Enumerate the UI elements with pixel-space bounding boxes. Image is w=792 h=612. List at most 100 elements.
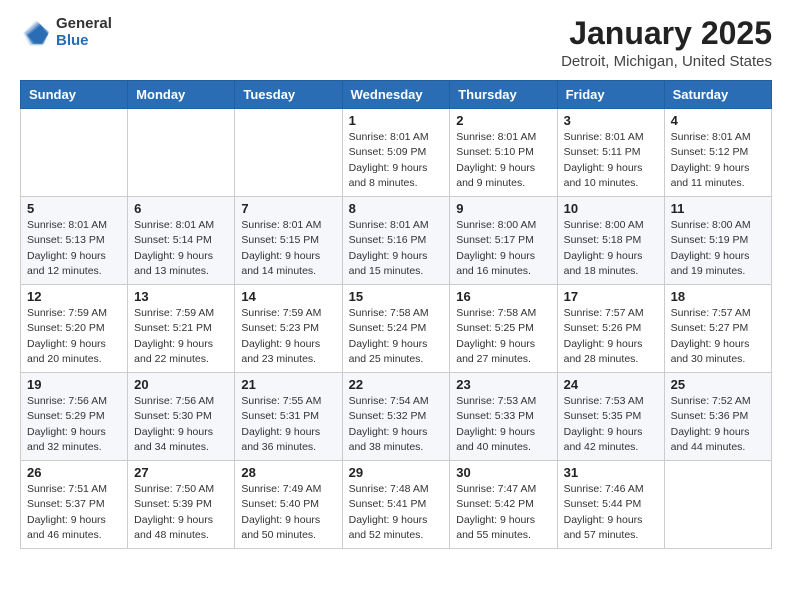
day-info: Sunrise: 7:59 AM Sunset: 5:20 PM Dayligh… xyxy=(27,306,121,367)
week-row-5: 26 Sunrise: 7:51 AM Sunset: 5:37 PM Dayli… xyxy=(21,461,772,549)
day-info: Sunrise: 7:51 AM Sunset: 5:37 PM Dayligh… xyxy=(27,482,121,543)
day-cell: 25 Sunrise: 7:52 AM Sunset: 5:36 PM Dayli… xyxy=(664,373,771,461)
day-cell: 14 Sunrise: 7:59 AM Sunset: 5:23 PM Dayli… xyxy=(235,285,342,373)
day-cell: 18 Sunrise: 7:57 AM Sunset: 5:27 PM Dayli… xyxy=(664,285,771,373)
day-number: 15 xyxy=(349,289,444,304)
week-row-3: 12 Sunrise: 7:59 AM Sunset: 5:20 PM Dayli… xyxy=(21,285,772,373)
day-cell: 22 Sunrise: 7:54 AM Sunset: 5:32 PM Dayli… xyxy=(342,373,450,461)
day-info: Sunrise: 7:56 AM Sunset: 5:29 PM Dayligh… xyxy=(27,394,121,455)
day-cell: 1 Sunrise: 8:01 AM Sunset: 5:09 PM Daylig… xyxy=(342,109,450,197)
day-cell: 16 Sunrise: 7:58 AM Sunset: 5:25 PM Dayli… xyxy=(450,285,557,373)
day-cell: 31 Sunrise: 7:46 AM Sunset: 5:44 PM Dayli… xyxy=(557,461,664,549)
day-cell xyxy=(235,109,342,197)
logo-icon xyxy=(20,17,52,49)
day-cell: 10Sunrise: 8:00 AM Sunset: 5:18 PM Dayli… xyxy=(557,197,664,285)
day-number: 3 xyxy=(564,113,658,128)
col-saturday: Saturday xyxy=(664,81,771,109)
day-number: 13 xyxy=(134,289,228,304)
day-number: 2 xyxy=(456,113,550,128)
day-number: 5 xyxy=(27,201,121,216)
day-cell: 19 Sunrise: 7:56 AM Sunset: 5:29 PM Dayli… xyxy=(21,373,128,461)
day-number: 29 xyxy=(349,465,444,480)
day-number: 6 xyxy=(134,201,228,216)
day-cell: 4 Sunrise: 8:01 AM Sunset: 5:12 PM Daylig… xyxy=(664,109,771,197)
logo: General Blue xyxy=(20,16,112,49)
week-row-2: 5 Sunrise: 8:01 AM Sunset: 5:13 PM Daylig… xyxy=(21,197,772,285)
day-cell: 29Sunrise: 7:48 AM Sunset: 5:41 PM Dayli… xyxy=(342,461,450,549)
day-info: Sunrise: 7:58 AM Sunset: 5:25 PM Dayligh… xyxy=(456,306,550,367)
day-info: Sunrise: 8:01 AM Sunset: 5:13 PM Dayligh… xyxy=(27,218,121,279)
day-number: 26 xyxy=(27,465,121,480)
day-cell: 21Sunrise: 7:55 AM Sunset: 5:31 PM Dayli… xyxy=(235,373,342,461)
week-row-4: 19 Sunrise: 7:56 AM Sunset: 5:29 PM Dayli… xyxy=(21,373,772,461)
col-thursday: Thursday xyxy=(450,81,557,109)
day-number: 19 xyxy=(27,377,121,392)
title-month: January 2025 xyxy=(561,16,772,51)
day-number: 27 xyxy=(134,465,228,480)
day-cell: 2 Sunrise: 8:01 AM Sunset: 5:10 PM Daylig… xyxy=(450,109,557,197)
day-cell xyxy=(664,461,771,549)
col-tuesday: Tuesday xyxy=(235,81,342,109)
day-info: Sunrise: 7:47 AM Sunset: 5:42 PM Dayligh… xyxy=(456,482,550,543)
day-cell: 28 Sunrise: 7:49 AM Sunset: 5:40 PM Dayli… xyxy=(235,461,342,549)
day-number: 25 xyxy=(671,377,765,392)
day-number: 8 xyxy=(349,201,444,216)
day-info: Sunrise: 8:01 AM Sunset: 5:15 PM Dayligh… xyxy=(241,218,335,279)
day-info: Sunrise: 7:53 AM Sunset: 5:33 PM Dayligh… xyxy=(456,394,550,455)
title-block: January 2025 Detroit, Michigan, United S… xyxy=(561,16,772,70)
day-info: Sunrise: 7:56 AM Sunset: 5:30 PM Dayligh… xyxy=(134,394,228,455)
day-number: 16 xyxy=(456,289,550,304)
day-cell: 15 Sunrise: 7:58 AM Sunset: 5:24 PM Dayli… xyxy=(342,285,450,373)
day-number: 30 xyxy=(456,465,550,480)
day-cell: 26 Sunrise: 7:51 AM Sunset: 5:37 PM Dayli… xyxy=(21,461,128,549)
day-number: 28 xyxy=(241,465,335,480)
day-info: Sunrise: 8:01 AM Sunset: 5:14 PM Dayligh… xyxy=(134,218,228,279)
day-cell: 5 Sunrise: 8:01 AM Sunset: 5:13 PM Daylig… xyxy=(21,197,128,285)
day-number: 23 xyxy=(456,377,550,392)
calendar-table: Sunday Monday Tuesday Wednesday Thursday… xyxy=(20,80,772,549)
day-info: Sunrise: 7:58 AM Sunset: 5:24 PM Dayligh… xyxy=(349,306,444,367)
day-number: 11 xyxy=(671,201,765,216)
day-info: Sunrise: 8:01 AM Sunset: 5:11 PM Dayligh… xyxy=(564,130,658,191)
title-location: Detroit, Michigan, United States xyxy=(561,53,772,70)
day-cell: 8Sunrise: 8:01 AM Sunset: 5:16 PM Daylig… xyxy=(342,197,450,285)
day-number: 14 xyxy=(241,289,335,304)
day-cell: 17Sunrise: 7:57 AM Sunset: 5:26 PM Dayli… xyxy=(557,285,664,373)
day-cell: 11Sunrise: 8:00 AM Sunset: 5:19 PM Dayli… xyxy=(664,197,771,285)
day-number: 4 xyxy=(671,113,765,128)
day-number: 20 xyxy=(134,377,228,392)
day-cell: 30 Sunrise: 7:47 AM Sunset: 5:42 PM Dayli… xyxy=(450,461,557,549)
day-number: 1 xyxy=(349,113,444,128)
day-number: 22 xyxy=(349,377,444,392)
day-info: Sunrise: 7:57 AM Sunset: 5:26 PM Dayligh… xyxy=(564,306,658,367)
day-info: Sunrise: 7:54 AM Sunset: 5:32 PM Dayligh… xyxy=(349,394,444,455)
day-info: Sunrise: 7:55 AM Sunset: 5:31 PM Dayligh… xyxy=(241,394,335,455)
col-friday: Friday xyxy=(557,81,664,109)
day-cell: 23 Sunrise: 7:53 AM Sunset: 5:33 PM Dayli… xyxy=(450,373,557,461)
day-info: Sunrise: 7:59 AM Sunset: 5:21 PM Dayligh… xyxy=(134,306,228,367)
day-number: 18 xyxy=(671,289,765,304)
day-number: 31 xyxy=(564,465,658,480)
day-cell: 7 Sunrise: 8:01 AM Sunset: 5:15 PM Daylig… xyxy=(235,197,342,285)
day-info: Sunrise: 7:57 AM Sunset: 5:27 PM Dayligh… xyxy=(671,306,765,367)
day-info: Sunrise: 8:01 AM Sunset: 5:12 PM Dayligh… xyxy=(671,130,765,191)
col-wednesday: Wednesday xyxy=(342,81,450,109)
day-info: Sunrise: 7:59 AM Sunset: 5:23 PM Dayligh… xyxy=(241,306,335,367)
day-info: Sunrise: 8:01 AM Sunset: 5:09 PM Dayligh… xyxy=(349,130,444,191)
day-number: 24 xyxy=(564,377,658,392)
col-monday: Monday xyxy=(128,81,235,109)
calendar-header-row: Sunday Monday Tuesday Wednesday Thursday… xyxy=(21,81,772,109)
col-sunday: Sunday xyxy=(21,81,128,109)
day-info: Sunrise: 8:00 AM Sunset: 5:17 PM Dayligh… xyxy=(456,218,550,279)
day-cell: 13 Sunrise: 7:59 AM Sunset: 5:21 PM Dayli… xyxy=(128,285,235,373)
day-cell xyxy=(21,109,128,197)
day-number: 7 xyxy=(241,201,335,216)
page: General Blue January 2025 Detroit, Michi… xyxy=(0,0,792,612)
day-info: Sunrise: 7:52 AM Sunset: 5:36 PM Dayligh… xyxy=(671,394,765,455)
day-info: Sunrise: 8:01 AM Sunset: 5:10 PM Dayligh… xyxy=(456,130,550,191)
day-number: 12 xyxy=(27,289,121,304)
day-cell: 20 Sunrise: 7:56 AM Sunset: 5:30 PM Dayli… xyxy=(128,373,235,461)
day-info: Sunrise: 7:49 AM Sunset: 5:40 PM Dayligh… xyxy=(241,482,335,543)
day-info: Sunrise: 7:46 AM Sunset: 5:44 PM Dayligh… xyxy=(564,482,658,543)
day-info: Sunrise: 7:50 AM Sunset: 5:39 PM Dayligh… xyxy=(134,482,228,543)
